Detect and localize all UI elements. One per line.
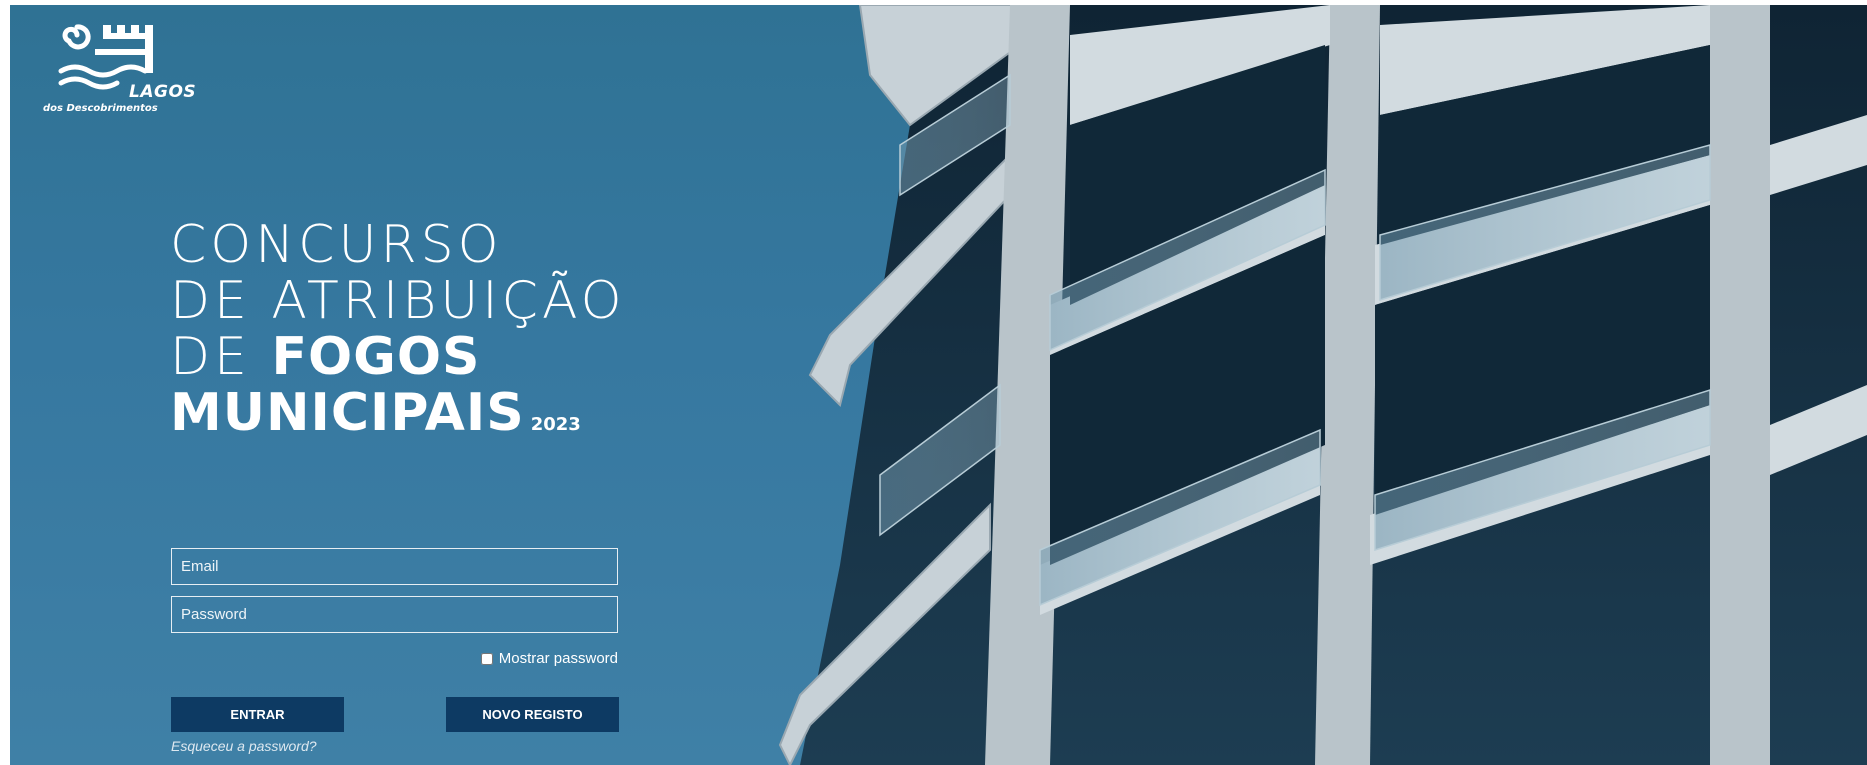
email-field[interactable] bbox=[171, 548, 618, 585]
forgot-password-link[interactable]: Esqueceu a password? bbox=[171, 738, 317, 754]
lagos-emblem-icon bbox=[58, 24, 153, 90]
title-line-1: CONCURSO bbox=[170, 215, 503, 275]
title-line-3-bold: FOGOS bbox=[271, 327, 481, 387]
logo: LAGOS dos Descobrimentos bbox=[43, 19, 196, 119]
register-button[interactable]: NOVO REGISTO bbox=[446, 697, 619, 732]
login-button[interactable]: ENTRAR bbox=[171, 697, 344, 732]
title-year: 2023 bbox=[530, 414, 581, 435]
logo-name: LAGOS bbox=[129, 82, 197, 102]
title-line-3: DE FOGOS bbox=[170, 329, 626, 385]
password-field[interactable] bbox=[171, 596, 618, 633]
login-page: LAGOS dos Descobrimentos CONCURSO DE ATR… bbox=[10, 5, 1867, 765]
title-line-2: DE ATRIBUIÇÃO bbox=[170, 271, 626, 331]
logo-subtitle: dos Descobrimentos bbox=[43, 103, 158, 114]
title-line-4: MUNICIPAIS 2023 bbox=[170, 385, 626, 453]
title-line-4-bold: MUNICIPAIS bbox=[170, 383, 525, 443]
show-password-checkbox[interactable] bbox=[480, 652, 493, 665]
page-title: CONCURSO DE ATRIBUIÇÃO DE FOGOS MUNICIPA… bbox=[170, 217, 626, 453]
show-password-label: Mostrar password bbox=[498, 650, 618, 667]
show-password-toggle[interactable]: Mostrar password bbox=[480, 650, 618, 667]
title-line-3-prefix: DE bbox=[170, 327, 272, 387]
